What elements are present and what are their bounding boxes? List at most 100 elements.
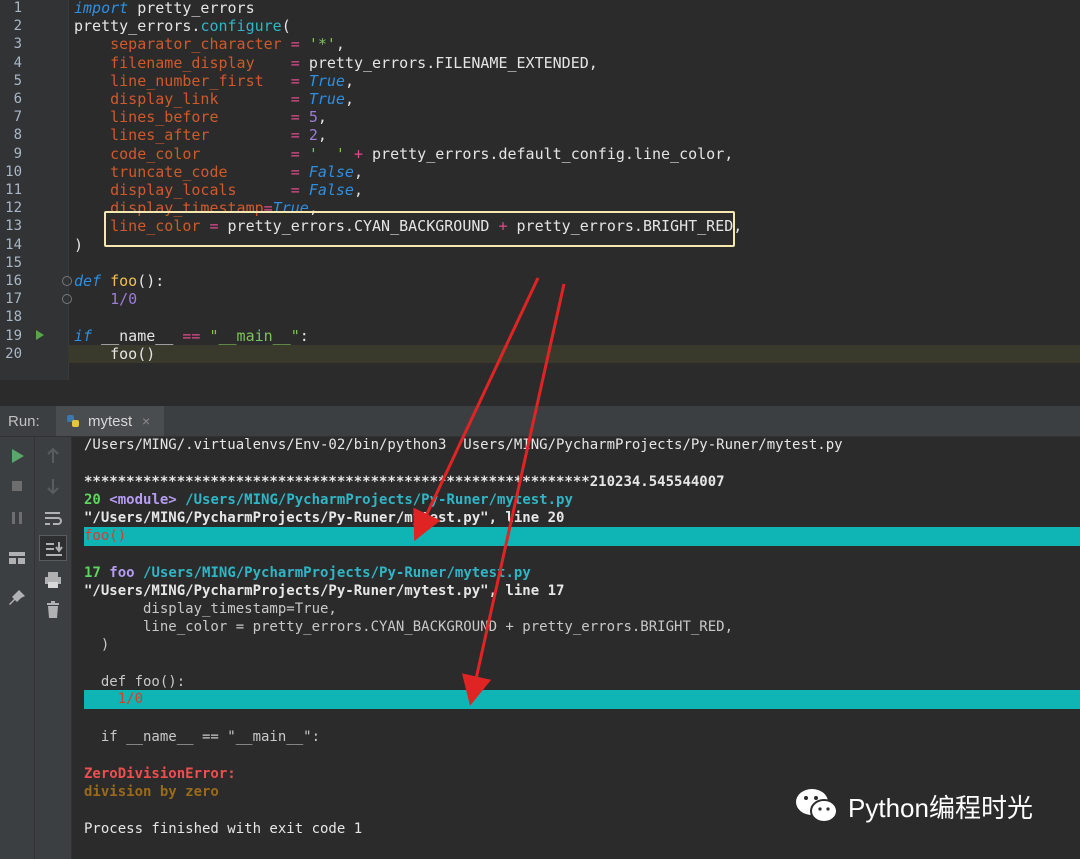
separator-stars: ****************************************… [84,474,590,490]
code-token: = [290,90,309,108]
frame-path-link[interactable]: /Users/MING/PycharmProjects/Py-Runer/myt… [185,492,573,508]
traceback-frame-header: 20 <module> /Users/MING/PycharmProjects/… [84,491,573,509]
close-icon[interactable]: × [142,413,150,429]
code-line: lines_before = 5, [74,108,327,126]
line-number: 20 [5,345,22,362]
annotation-highlight-box [104,211,735,247]
code-token: '*' [308,35,336,54]
error-message: division by zero [84,784,219,800]
line-number: 4 [13,54,22,71]
code-line: 1/0 [74,290,137,308]
code-token: (): [137,272,165,290]
code-line: lines_after = 2, [74,126,327,144]
line-number: 6 [13,91,22,107]
code-token: 2 [308,126,318,145]
code-token: , [317,108,327,127]
line-number: 12 [5,200,22,217]
run-gutter-icon[interactable] [36,330,44,340]
pause-icon[interactable] [6,507,28,529]
code-token: line_number_first [74,71,291,90]
run-label: Run: [8,413,40,430]
code-token: + [344,144,373,163]
console-command-line: /Users/MING/.virtualenvs/Env-02/bin/pyth… [84,437,843,453]
line-number: 3 [13,36,22,53]
traceback-frame-header: 17 foo /Users/MING/PycharmProjects/Py-Ru… [84,564,531,582]
fold-end-icon[interactable] [62,294,72,304]
code-line: line_number_first = True, [74,72,354,90]
frame-module: <module> [109,492,177,508]
error-name: ZeroDivisionError: [84,766,236,782]
code-token: code_color [74,144,291,163]
fold-marker-icon[interactable] [62,276,72,286]
code-token: ' ' [308,144,345,163]
code-token: pretty_errors.default_config.line_color, [372,144,734,163]
error-code-text: 1/0 [84,691,144,707]
code-line: display_link = True, [74,90,354,108]
code-token: 5 [308,108,318,127]
stop-icon[interactable] [6,475,28,497]
code-token: = [290,108,309,127]
code-token: = [290,181,309,199]
pin-icon[interactable] [6,587,28,609]
error-code-text: foo() [84,528,127,544]
arrow-up-icon[interactable] [42,445,64,467]
code-token: "__main__" [209,326,300,345]
code-line: code_color = ' ' + pretty_errors.default… [74,145,733,163]
run-toolbar-primary [0,437,35,859]
arrow-down-icon[interactable] [42,475,64,497]
code-token: ( [281,17,291,36]
code-token: 1/0 [110,290,138,309]
console-separator-line: ****************************************… [84,473,725,491]
code-token: lines_after [74,126,291,145]
context-line: line_color = pretty_errors.CYAN_BACKGROU… [84,619,734,635]
run-tool-window-header: Run: mytest × [0,406,1080,437]
line-number: 7 [13,109,22,126]
code-token: , [353,162,363,181]
context-line: ) [84,637,110,653]
line-number: 2 [13,18,22,35]
code-token: , [344,90,354,108]
frame-line-number: 17 [84,565,101,581]
code-token: False [308,162,354,181]
highlighted-code: 1/0 [84,690,143,708]
code-token: if [74,326,93,345]
line-number: 5 [13,72,22,89]
code-line: import pretty_errors [74,0,255,17]
context-line: def foo(): [84,674,186,690]
scroll-to-end-icon [46,542,63,556]
code-token: , [353,181,363,199]
code-line: separator_character = '*', [74,35,345,53]
code-editor[interactable]: 1 2 3 4 5 6 7 8 9 10 11 12 13 14 15 16 17 18 19 20 import p… [0,0,1080,380]
code-token: , [344,71,354,90]
code-token: separator_character [74,35,291,54]
code-token: truncate_code [74,162,291,181]
tab-mytest[interactable]: mytest × [56,406,164,436]
code-token: , [317,126,327,145]
highlighted-code-bar [84,527,1080,546]
code-token: = [290,53,309,72]
process-exit-message: Process finished with exit code 1 [84,821,363,837]
code-token: = [290,162,309,181]
rerun-icon[interactable] [6,445,28,467]
watermark-text: Python编程时光 [848,792,1033,823]
frame-path-link[interactable]: /Users/MING/PycharmProjects/Py-Runer/myt… [143,565,531,581]
line-number: 17 [5,291,22,308]
code-token: def [74,272,102,290]
soft-wrap-icon[interactable] [42,507,64,529]
code-token: foo() [110,344,156,363]
highlighted-code-bar [84,690,1080,709]
code-line: filename_display = pretty_errors.FILENAM… [74,54,598,72]
code-token: lines_before [74,108,291,127]
code-token: filename_display [74,53,291,72]
trash-icon[interactable] [42,599,64,621]
print-icon[interactable] [42,569,64,591]
scroll-to-end-button[interactable] [39,535,67,561]
layout-icon[interactable] [6,547,28,569]
line-number: 1 [13,0,22,16]
traceback-timestamp: 210234.545544007 [589,474,725,490]
code-token: __name__ [92,326,183,345]
line-number: 15 [5,254,22,271]
code-token: True [308,71,345,90]
frame-line-number: 20 [84,492,101,508]
